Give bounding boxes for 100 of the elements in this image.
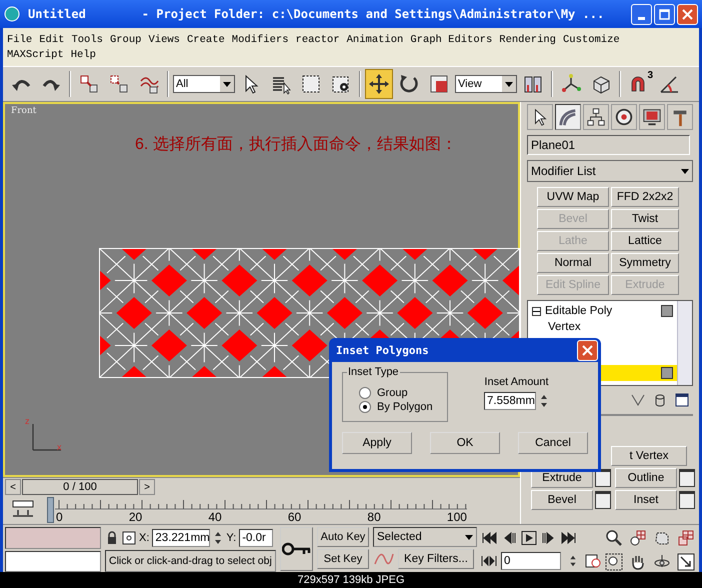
radio-option[interactable]: By Polygon: [359, 401, 447, 413]
set-key-mode-button[interactable]: [280, 527, 313, 571]
maximize-button[interactable]: [654, 4, 675, 24]
modifier-button[interactable]: Twist: [611, 209, 679, 229]
menu-item[interactable]: Group: [110, 34, 142, 46]
close-button[interactable]: [577, 340, 598, 360]
rollout-button[interactable]: Inset: [615, 490, 677, 510]
menu-item[interactable]: Rendering: [499, 34, 556, 46]
script-listener-field[interactable]: [5, 527, 101, 548]
key-mode-icon[interactable]: [481, 554, 497, 568]
key-filters-button[interactable]: Key Filters...: [398, 549, 474, 569]
menu-item[interactable]: Views: [148, 34, 180, 46]
radio-button[interactable]: [359, 401, 371, 413]
menu-item[interactable]: Graph Editors: [410, 34, 492, 46]
rotate-icon: [398, 73, 420, 95]
close-button[interactable]: [677, 4, 698, 24]
time-slider-handle[interactable]: [47, 497, 54, 524]
menu-item[interactable]: reactor: [296, 34, 340, 46]
settings-button[interactable]: [679, 491, 695, 509]
menu-item[interactable]: Edit: [39, 34, 64, 46]
configure-sets-icon[interactable]: [675, 393, 689, 407]
menu-item[interactable]: MAXScript: [7, 48, 64, 60]
move-arrows-button[interactable]: [365, 69, 393, 99]
timeline-ruler[interactable]: [55, 498, 467, 510]
panel-tab[interactable]: [611, 104, 637, 130]
zoom-region-icon[interactable]: [605, 552, 623, 570]
menu-item[interactable]: Tools: [71, 34, 103, 46]
unlink-icon: [108, 73, 130, 95]
go-to-start-icon[interactable]: [481, 530, 497, 545]
panel-tab[interactable]: [555, 104, 581, 130]
modifier-button[interactable]: Lattice: [611, 231, 679, 251]
object-name-field[interactable]: Plane01: [527, 135, 690, 155]
selection-box-icon[interactable]: [122, 530, 136, 545]
rollout-button[interactable]: Outline: [615, 468, 677, 488]
menu-item[interactable]: Help: [70, 48, 96, 60]
stack-sub-item[interactable]: Vertex: [528, 319, 677, 335]
play-icon[interactable]: [521, 530, 537, 545]
auto-key-button[interactable]: Auto Key: [317, 527, 369, 547]
previous-frame-button[interactable]: <: [5, 479, 21, 496]
toolbar-dropdown[interactable]: All: [173, 75, 235, 93]
modifier-list-dropdown[interactable]: Modifier List: [527, 160, 693, 182]
y-coordinate-field[interactable]: -0.0r: [239, 528, 274, 547]
modifier-button[interactable]: Symmetry: [611, 253, 679, 273]
script-input-field[interactable]: [5, 550, 101, 572]
panel-tab[interactable]: [583, 104, 609, 130]
time-slider-thumb[interactable]: 0 / 100: [22, 479, 138, 496]
cylinder-icon[interactable]: [653, 393, 667, 407]
key-selection-dropdown[interactable]: Selected: [373, 527, 477, 547]
grid-zoom-icon[interactable]: [629, 529, 647, 547]
maximize-viewport-icon[interactable]: [677, 552, 695, 570]
lock-icon[interactable]: [105, 530, 119, 545]
toolbar-dropdown[interactable]: View: [455, 75, 517, 93]
inset-amount-field[interactable]: 7.558mm: [484, 392, 536, 410]
go-to-end-icon[interactable]: [561, 530, 577, 545]
spinner-icon[interactable]: [539, 393, 549, 409]
panel-tab[interactable]: [639, 104, 665, 130]
maximize-icon: [659, 8, 670, 20]
radio-button[interactable]: [359, 387, 371, 399]
axis-tripod-icon: [560, 73, 582, 95]
magnet-button[interactable]: 3: [625, 69, 653, 99]
rollout-button[interactable]: t Vertex: [611, 446, 687, 466]
modifier-button[interactable]: Normal: [537, 253, 609, 273]
spinner-icon[interactable]: [213, 530, 224, 546]
time-configuration-icon[interactable]: [585, 554, 601, 568]
settings-button[interactable]: [679, 469, 695, 487]
next-frame-button[interactable]: >: [139, 479, 155, 496]
stack-item[interactable]: Editable Poly: [528, 303, 677, 319]
frame-tick-label: 0: [56, 510, 63, 524]
modifier-button[interactable]: FFD 2x2x2: [611, 187, 679, 207]
zoom-icon[interactable]: [605, 529, 623, 547]
x-coordinate-field[interactable]: 23.221mm: [152, 528, 210, 547]
close-icon: [682, 8, 693, 20]
window-grid-icon[interactable]: [677, 529, 695, 547]
menu-item[interactable]: Customize: [562, 34, 620, 46]
minimize-button[interactable]: [631, 4, 652, 24]
viewport-label: Front: [11, 106, 36, 116]
rollout-button[interactable]: Bevel: [531, 490, 593, 510]
settings-button[interactable]: [595, 491, 611, 509]
funnel-icon[interactable]: [631, 393, 645, 407]
menu-item[interactable]: Modifiers: [232, 34, 289, 46]
annotation-text: 6. 选择所有面，执行插入面命令，结果如图：: [135, 134, 457, 155]
set-key-button[interactable]: Set Key: [317, 549, 369, 569]
settings-button[interactable]: [595, 469, 611, 487]
scrollbar[interactable]: [677, 301, 692, 385]
panel-tab[interactable]: [527, 104, 553, 130]
menu-item[interactable]: Create: [186, 34, 225, 46]
frame-tick-label: 60: [288, 510, 302, 524]
axis-label: x: [57, 442, 62, 452]
expander-icon[interactable]: [532, 306, 541, 316]
dialog-button[interactable]: Apply: [342, 432, 412, 454]
menu-item[interactable]: File: [7, 34, 32, 46]
snap-count: 3: [647, 70, 653, 81]
modifier-button[interactable]: UVW Map: [537, 187, 609, 207]
curve-editor-icon[interactable]: [11, 500, 35, 518]
dialog-title: Inset Polygons: [336, 344, 429, 356]
dialog-button[interactable]: Cancel: [518, 432, 588, 454]
radio-option[interactable]: Group: [359, 387, 447, 399]
current-frame-field[interactable]: 0: [501, 552, 561, 570]
dialog-button[interactable]: OK: [430, 432, 500, 454]
menu-item[interactable]: Animation: [346, 34, 404, 46]
